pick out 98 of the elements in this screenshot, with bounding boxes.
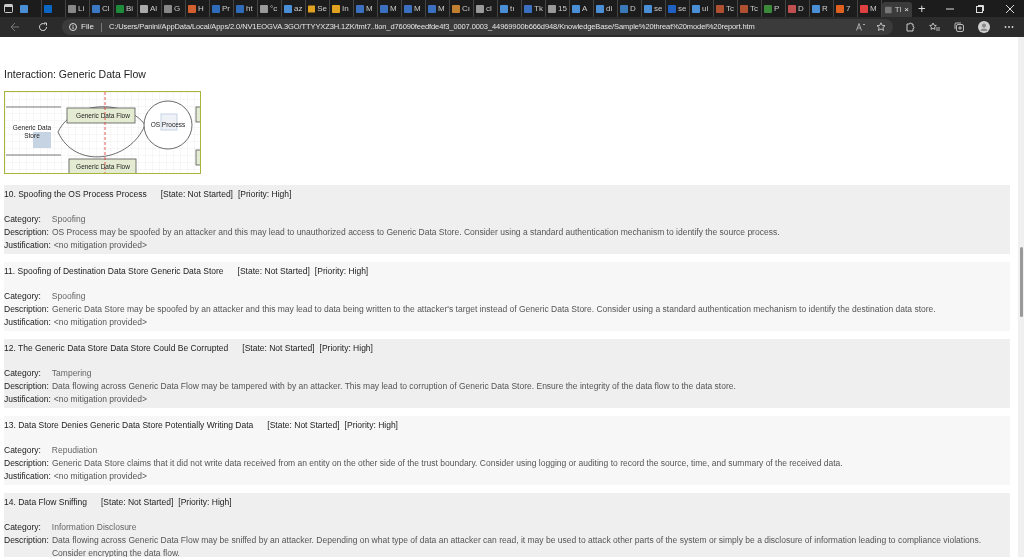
favorites-icon[interactable] (929, 22, 940, 32)
site-icon (572, 4, 580, 13)
site-icon (740, 4, 748, 13)
favorite-icon[interactable] (876, 22, 886, 32)
description-text: OS Process may be spoofed by an attacker and this may lead to unauthorized access to Generic Data Store. Consider using a standard authentication mechanism to identify the source process. (51, 226, 780, 239)
restore-icon[interactable] (976, 4, 984, 13)
scheme-label: File (81, 21, 94, 33)
field-label: Justification: (4, 316, 51, 329)
field-label: Category: (4, 213, 41, 226)
justification-text: <no mitigation provided> (53, 239, 147, 252)
threat-title: 14. Data Flow Sniffing (4, 496, 87, 509)
site-icon (548, 4, 556, 13)
site-icon (716, 4, 724, 13)
description-text: Data flowing across Generic Data Flow may be sniffed by an attacker. Depending on what type of data an attacker can read, it may be used to attack other parts of the system or simply be a disclosure of information leading to compliance violations. Consider encrypting the data flow. (51, 534, 983, 557)
site-icon (885, 5, 892, 14)
field-label: Description: (4, 380, 49, 393)
site-icon (404, 4, 412, 13)
extensions-icon[interactable] (905, 22, 915, 32)
site-icon (500, 4, 508, 13)
field-label: Description: (4, 534, 49, 547)
site-icon (692, 4, 700, 13)
site-icon (68, 4, 76, 13)
field-label: Description: (4, 457, 49, 470)
threat-title: 12. The Generic Data Store Data Store Could Be Corrupted (4, 342, 229, 355)
site-icon (164, 4, 172, 13)
description-text: Generic Data Store claims that it did not write data received from an entity on the other side of the trust boundary. Consider using logging or auditing to record the source, time, and summary of the received data. (51, 457, 843, 470)
category-value: Spoofing (51, 290, 86, 303)
field-label: Category: (4, 367, 41, 380)
site-icon (44, 4, 52, 13)
site-icon (476, 4, 484, 13)
state-text: [State: Not Started] (237, 265, 310, 278)
state-text: [State: Not Started] (242, 342, 315, 355)
field-label: Category: (4, 290, 41, 303)
field-label: Justification: (4, 470, 51, 483)
justification-text: <no mitigation provided> (53, 470, 147, 483)
close-icon[interactable] (1006, 4, 1014, 13)
site-icon (596, 4, 604, 13)
field-label: Category: (4, 444, 41, 457)
field-label: Description: (4, 303, 49, 316)
justification-text: <no mitigation provided> (53, 393, 147, 406)
site-icon (836, 4, 844, 13)
site-icon (428, 4, 436, 13)
site-icon (92, 4, 100, 13)
site-icon (380, 4, 388, 13)
state-text: [State: Not Started] (101, 496, 174, 509)
back-icon[interactable] (10, 22, 20, 32)
description-text: Data flowing across Generic Data Flow may be tampered with by an attacker. This may lead to corruption of Generic Data Store. Ensure the integrity of the data flow to the data store. (51, 380, 736, 393)
site-icon (812, 4, 820, 13)
site-icon (860, 4, 868, 13)
reload-icon[interactable] (38, 22, 48, 32)
site-icon (356, 4, 364, 13)
site-icon (20, 4, 28, 13)
scrollbar-thumb[interactable] (1019, 247, 1023, 317)
info-icon (69, 23, 77, 31)
browser-tab[interactable]: Tl × (882, 2, 912, 17)
site-icon (284, 4, 292, 13)
new-tab-button[interactable]: + (918, 2, 926, 15)
site-icon (188, 4, 196, 13)
site-icon (332, 4, 340, 13)
site-icon (452, 4, 460, 13)
description-text: Generic Data Store may be spoofed by an attacker and this may lead to data being written to the attacker's target instead of Generic Data Store. Consider using a standard authentication mechanism to identify the destination data store. (51, 303, 936, 316)
threat-title: 13. Data Store Denies Generic Data Store Potentially Writing Data (4, 419, 254, 432)
profile-avatar-icon[interactable] (978, 21, 990, 33)
site-icon (116, 4, 124, 13)
justification-text: <no mitigation provided> (53, 316, 147, 329)
more-icon[interactable] (1004, 25, 1014, 29)
site-icon (236, 4, 244, 13)
priority-text: [Priority: High] (314, 265, 369, 278)
site-icon (620, 4, 628, 13)
category-value: Repudiation (51, 444, 98, 457)
site-icon (212, 4, 220, 13)
state-text: [State: Not Started] (267, 419, 340, 432)
field-label: Description: (4, 226, 49, 239)
site-icon (524, 4, 532, 13)
read-aloud-icon[interactable] (856, 23, 866, 31)
threat-title: 11. Spoofing of Destination Data Store Generic Data Store (4, 265, 224, 278)
site-icon (788, 4, 796, 13)
priority-text: [Priority: High] (344, 419, 398, 432)
site-icon (140, 4, 148, 13)
site-icon (260, 4, 268, 13)
priority-text: [Priority: High] (238, 188, 292, 201)
category-value: Spoofing (51, 213, 86, 226)
section-heading: Interaction: Generic Data Flow (4, 67, 147, 81)
site-icon (668, 4, 676, 13)
site-icon (764, 4, 772, 13)
category-value: Tampering (51, 367, 92, 380)
collections-icon[interactable] (954, 22, 964, 32)
field-label: Justification: (4, 239, 51, 252)
threat-title: 10. Spoofing the OS Process Process (4, 188, 147, 201)
tab-actions-icon[interactable] (4, 4, 13, 13)
priority-text: [Priority: High] (178, 496, 232, 509)
category-value: Information Disclosure (51, 521, 137, 534)
site-icon (308, 4, 316, 13)
state-text: [State: Not Started] (160, 188, 233, 201)
priority-text: [Priority: High] (319, 342, 373, 355)
site-icon (644, 4, 652, 13)
field-label: Category: (4, 521, 41, 534)
field-label: Justification: (4, 393, 51, 406)
